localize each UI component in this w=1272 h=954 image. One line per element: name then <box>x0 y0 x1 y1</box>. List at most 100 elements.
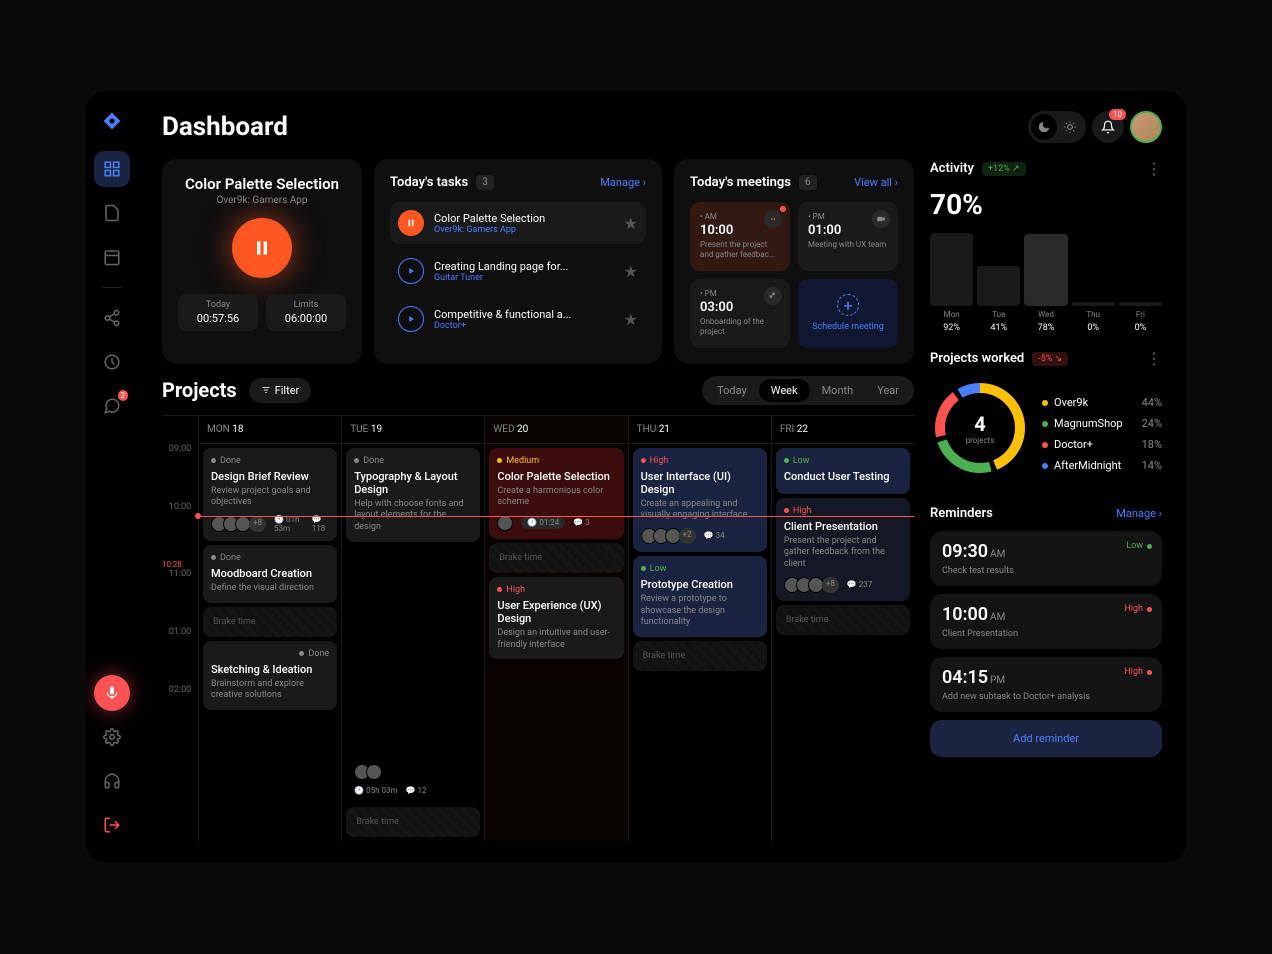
view-tab-today[interactable]: Today <box>705 379 759 402</box>
filter-button[interactable]: Filter <box>249 378 312 403</box>
activity-bar[interactable]: Tue 41% <box>977 233 1020 333</box>
view-tab-week[interactable]: Week <box>759 379 810 402</box>
star-icon[interactable]: ★ <box>624 214 638 233</box>
calendar-event[interactable]: Low Conduct User Testing <box>776 448 910 494</box>
task-project: Over9k: Gamers App <box>434 225 614 235</box>
calendar-event[interactable]: Low Prototype Creation Review a prototyp… <box>633 556 767 637</box>
theme-dark-button[interactable] <box>1031 114 1057 140</box>
activity-trend: +12% ↗ <box>982 162 1026 176</box>
schedule-meeting-button[interactable]: + Schedule meeting <box>798 279 898 348</box>
nav-history[interactable] <box>94 344 130 380</box>
event-title: Sketching & Ideation <box>211 663 329 676</box>
day-header: FRI 22 <box>772 416 914 444</box>
time-badge: 🕐 01:24 <box>521 516 565 529</box>
calendar-event[interactable]: High User Interface (UI) Design Create a… <box>633 448 767 552</box>
status-dot <box>211 555 216 560</box>
task-project: Doctor+ <box>434 321 614 331</box>
pause-icon[interactable] <box>398 210 424 236</box>
activity-menu[interactable]: ⋮ <box>1146 159 1162 178</box>
event-avatars <box>354 764 472 780</box>
event-status: Low <box>784 456 902 466</box>
activity-bar[interactable]: Thu 0% <box>1072 233 1115 333</box>
legend-dot <box>1042 400 1048 406</box>
view-tab-year[interactable]: Year <box>865 379 911 402</box>
event-status: Medium <box>497 456 615 466</box>
theme-light-button[interactable] <box>1057 114 1083 140</box>
meetings-card: Today's meetings 6 View all › • AM 10:00… <box>674 159 914 364</box>
calendar-event[interactable]: Done Typography & Layout Design Help wit… <box>346 448 480 542</box>
activity-bar[interactable]: Fri 0% <box>1119 233 1162 333</box>
bar-value: 92% <box>943 323 960 333</box>
play-icon[interactable] <box>398 306 424 332</box>
star-icon[interactable]: ★ <box>624 262 638 281</box>
app-logo <box>102 111 122 131</box>
projects-section: Projects Filter TodayWeekMonthYear 09:00… <box>162 376 914 841</box>
calendar-event[interactable]: Done Design Brief Review Review project … <box>203 448 337 541</box>
task-item[interactable]: Color Palette SelectionOver9k: Gamers Ap… <box>390 202 646 244</box>
meetings-viewall-link[interactable]: View all › <box>854 176 898 189</box>
status-dot <box>784 458 789 463</box>
day-header: THU 21 <box>629 416 771 444</box>
event-status: High <box>497 585 615 595</box>
tasks-manage-link[interactable]: Manage › <box>600 176 646 189</box>
nav-documents[interactable] <box>94 195 130 231</box>
mic-button[interactable] <box>94 675 130 711</box>
reminders-section: Reminders Manage › Low 09:30AM Check tes… <box>930 506 1162 757</box>
video-icon <box>872 210 890 228</box>
nav-calendar[interactable] <box>94 239 130 275</box>
nav-chat[interactable]: 2 <box>94 388 130 424</box>
reminders-manage-link[interactable]: Manage › <box>1116 507 1162 520</box>
timer-pause-button[interactable] <box>232 218 292 278</box>
event-title: User Interface (UI) Design <box>641 470 759 496</box>
status-dot <box>641 566 646 571</box>
calendar-event[interactable]: High User Experience (UX) Design Design … <box>489 577 623 659</box>
meeting-item[interactable]: • AM 10:00 Present the project and gathe… <box>690 202 790 271</box>
reminder-item[interactable]: High 04:15PM Add new subtask to Doctor+ … <box>930 657 1162 712</box>
projects-worked-trend: -5% ↘ <box>1032 352 1068 366</box>
nav-dashboard[interactable] <box>94 151 130 187</box>
nav-share[interactable] <box>94 300 130 336</box>
reminder-item[interactable]: High 10:00AM Client Presentation <box>930 594 1162 649</box>
day-header: WED 20 <box>485 416 627 444</box>
meetings-title: Today's meetings <box>690 175 791 190</box>
theme-toggle <box>1028 111 1086 143</box>
brake-time: Brake time <box>203 607 337 637</box>
event-desc: Present the project and gather feedback … <box>784 536 902 571</box>
user-avatar[interactable] <box>1130 111 1162 143</box>
timer-limits-stat: Limits 06:00:00 <box>266 294 346 331</box>
reminder-time: 09:30 <box>942 541 988 562</box>
nav-settings[interactable] <box>94 719 130 755</box>
reminder-item[interactable]: Low 09:30AM Check test results <box>930 531 1162 586</box>
brake-time: Brake time <box>346 807 480 837</box>
event-status: Done <box>354 456 472 466</box>
project-percent: 14% <box>1142 459 1162 472</box>
star-icon[interactable]: ★ <box>624 310 638 329</box>
activity-bar[interactable]: Mon 92% <box>930 233 973 333</box>
now-marker: 10:28 <box>162 560 198 569</box>
meeting-item[interactable]: • PM 01:00 Meeting with UX team <box>798 202 898 271</box>
task-item[interactable]: Competitive & functional a...Doctor+ ★ <box>390 298 646 340</box>
comment-icon: 💬 12 <box>406 786 427 795</box>
view-tab-month[interactable]: Month <box>810 379 866 402</box>
calendar-event[interactable]: Done Sketching & Ideation Brainstorm and… <box>203 641 337 710</box>
projects-worked-menu[interactable]: ⋮ <box>1146 349 1162 368</box>
reminders-title: Reminders <box>930 506 993 521</box>
calendar-event[interactable]: Done Moodboard Creation Define the visua… <box>203 545 337 603</box>
notifications-button[interactable]: 10 <box>1092 111 1124 143</box>
nav-support[interactable] <box>94 763 130 799</box>
meeting-desc: Present the project and gather feedbac..… <box>700 240 780 261</box>
reminder-priority: High <box>1124 604 1152 614</box>
event-desc: Create an appealing and visually engagin… <box>641 499 759 522</box>
calendar-event[interactable]: Medium Color Palette Selection Create a … <box>489 448 623 539</box>
activity-bar[interactable]: Wed 78% <box>1024 233 1067 333</box>
play-icon[interactable] <box>398 258 424 284</box>
reminder-priority: Low <box>1126 541 1152 551</box>
add-reminder-button[interactable]: Add reminder <box>930 720 1162 757</box>
status-dot <box>497 587 502 592</box>
task-item[interactable]: Creating Landing page for...Guitar Tuner… <box>390 250 646 292</box>
nav-logout[interactable] <box>94 807 130 843</box>
calendar-event[interactable]: High Client Presentation Present the pro… <box>776 498 910 601</box>
meeting-item[interactable]: • PM 03:00 Onboarding of the project <box>690 279 790 348</box>
event-title: User Experience (UX) Design <box>497 599 615 625</box>
brake-time: Brake time <box>489 543 623 573</box>
